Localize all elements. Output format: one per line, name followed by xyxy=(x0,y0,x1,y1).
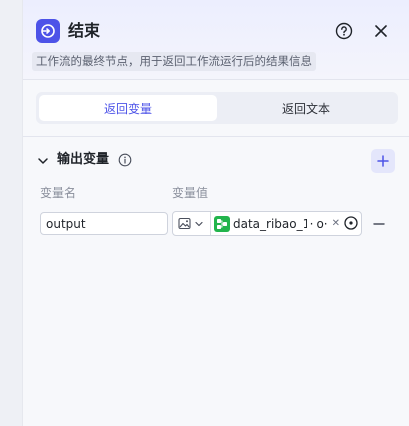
column-header-name: 变量名 xyxy=(40,186,77,200)
node-header: 结束 工作流的最终节点，用于返回工作流运行后的结果信息 xyxy=(23,0,409,80)
image-icon xyxy=(178,217,191,230)
plus-icon xyxy=(377,155,389,167)
workflow-node-icon xyxy=(214,216,230,232)
variable-name-input[interactable] xyxy=(40,212,168,235)
tab-return-variables[interactable]: 返回变量 xyxy=(39,95,217,121)
chevron-down-icon[interactable] xyxy=(36,153,50,167)
end-node-panel: 结束 工作流的最终节点，用于返回工作流运行后的结果信息 返回变量 返回文本 输出… xyxy=(22,0,409,426)
remove-variable-icon[interactable] xyxy=(372,216,386,230)
field-separator xyxy=(210,212,211,235)
add-variable-button[interactable] xyxy=(371,149,395,173)
reference-field-name: o· xyxy=(316,217,328,231)
reference-node-name: data_ribao_1 xyxy=(233,217,307,231)
help-icon[interactable] xyxy=(335,22,353,40)
node-description: 工作流的最终节点，用于返回工作流运行后的结果信息 xyxy=(32,52,316,71)
variable-value-field: data_ribao_1 · o· ✕ xyxy=(172,211,362,236)
output-mode-tabs: 返回变量 返回文本 xyxy=(36,92,398,124)
node-title: 结束 xyxy=(68,21,101,40)
value-type-select[interactable] xyxy=(175,214,211,233)
close-icon[interactable] xyxy=(372,22,390,40)
tab-return-text[interactable]: 返回文本 xyxy=(217,95,395,121)
output-section-title: 输出变量 xyxy=(57,152,110,167)
chevron-down-icon xyxy=(195,221,203,226)
variable-reference-chip[interactable]: data_ribao_1 · o· ✕ xyxy=(214,215,340,233)
reference-separator: · xyxy=(309,217,314,231)
target-icon[interactable] xyxy=(343,215,359,231)
end-node-icon xyxy=(36,19,60,43)
info-icon[interactable] xyxy=(118,152,132,167)
chip-close-icon[interactable]: ✕ xyxy=(332,216,340,232)
column-header-value: 变量值 xyxy=(172,186,209,200)
section-divider xyxy=(23,136,409,137)
